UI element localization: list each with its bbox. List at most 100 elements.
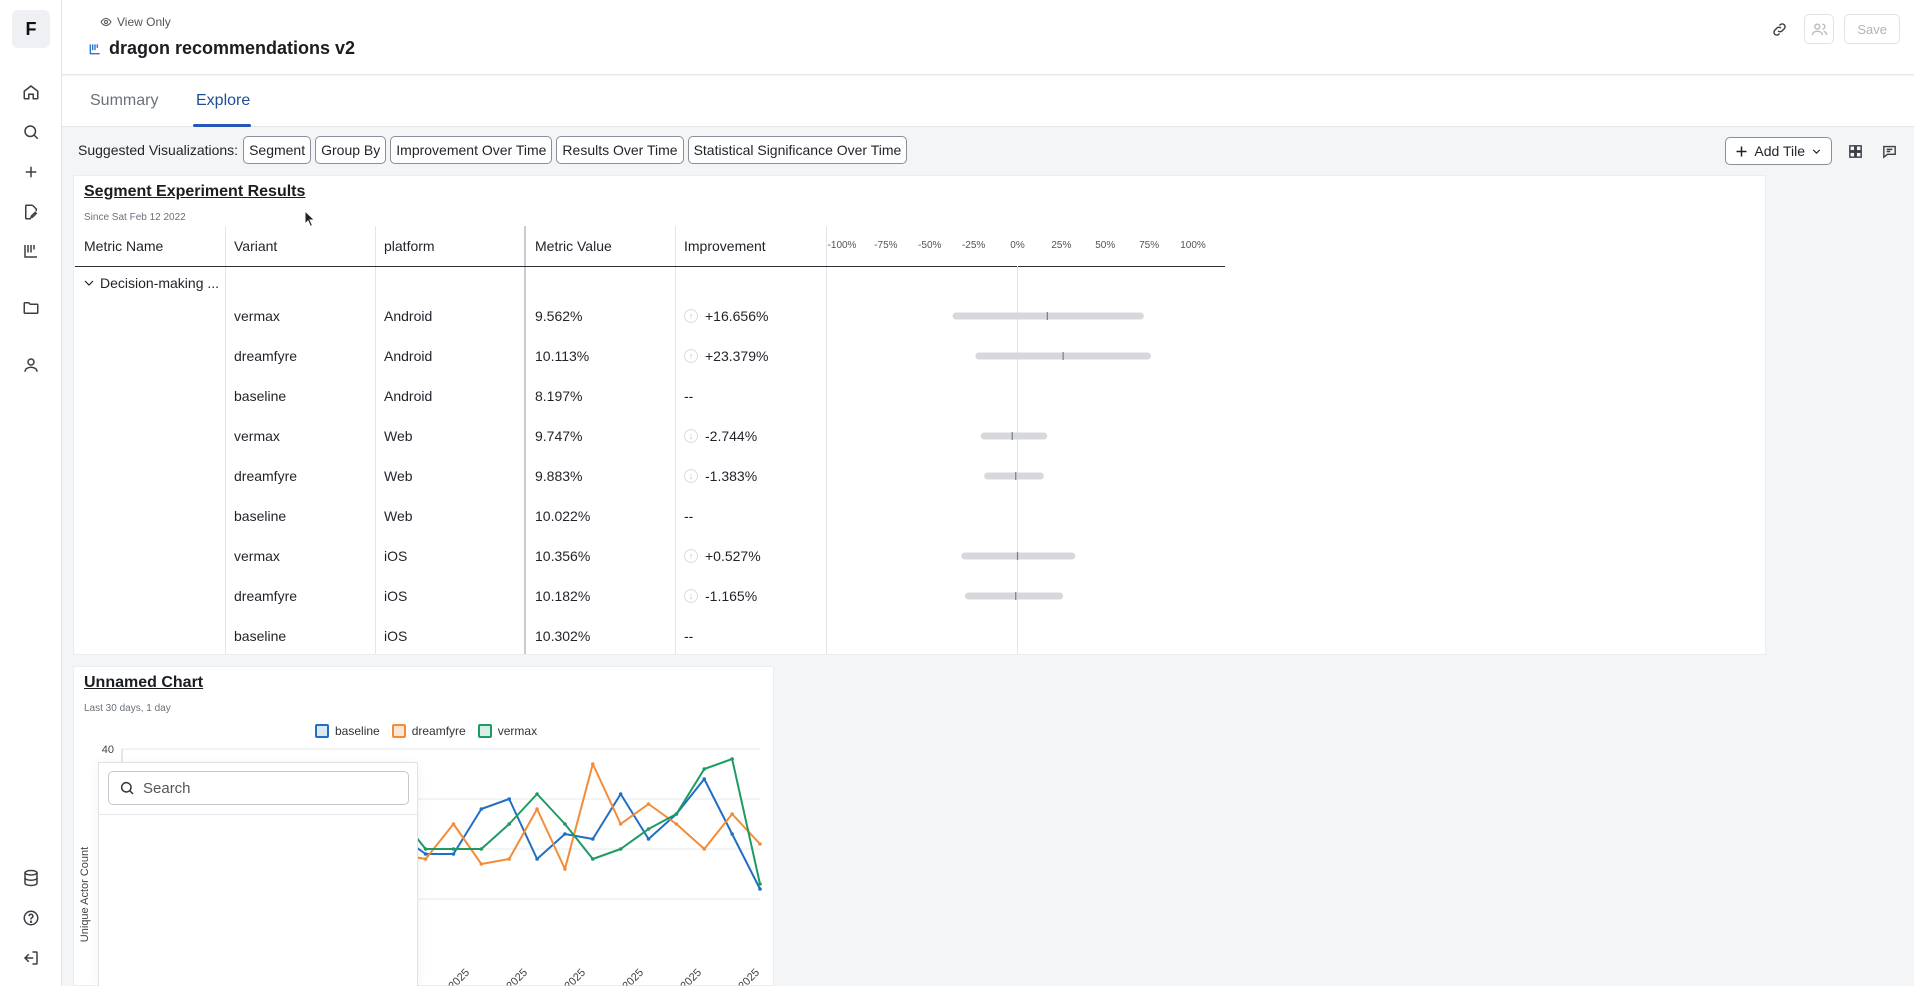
tile-subtitle: Since Sat Feb 12 2022 [84, 212, 186, 223]
ci-tick-label: -50% [918, 240, 942, 251]
data-point-vermax[interactable] [618, 847, 623, 851]
data-point-baseline[interactable] [702, 777, 707, 781]
col-metric-value[interactable]: Metric Value [526, 226, 676, 266]
folder-icon[interactable] [18, 295, 44, 321]
data-point-vermax[interactable] [507, 822, 512, 826]
col-variant[interactable]: Variant [225, 226, 375, 266]
edit-document-icon[interactable] [18, 199, 44, 225]
col-improvement[interactable]: Improvement [675, 226, 825, 266]
search-input[interactable] [143, 779, 393, 797]
data-point-dreamfyre[interactable] [702, 847, 707, 851]
data-point-vermax[interactable] [702, 767, 707, 771]
data-point-dreamfyre[interactable] [423, 857, 428, 861]
col-platform[interactable]: platform [375, 226, 525, 266]
data-point-baseline[interactable] [758, 887, 762, 891]
data-point-vermax[interactable] [730, 757, 734, 761]
data-point-baseline[interactable] [507, 797, 512, 801]
data-point-vermax[interactable] [535, 792, 539, 796]
data-point-baseline[interactable] [618, 792, 623, 796]
left-rail: F [0, 0, 62, 986]
search-box[interactable] [108, 771, 409, 805]
arrow-down-icon: ↓ [684, 589, 698, 603]
page-title-text: dragon recommendations v2 [109, 38, 356, 58]
cell-variant: vermax [234, 308, 280, 324]
y-tick-label: 40 [102, 744, 114, 756]
arrow-down-icon: ↓ [684, 469, 698, 483]
chip-group-by[interactable]: Group By [315, 136, 387, 164]
data-point-baseline[interactable] [730, 832, 734, 836]
data-point-baseline[interactable] [479, 807, 484, 811]
cell-metric-value: 10.356% [535, 548, 591, 564]
improvement-value: +16.656% [705, 308, 769, 324]
share-users-button[interactable] [1804, 14, 1835, 44]
plus-icon[interactable] [18, 159, 44, 185]
copy-link-button[interactable] [1764, 14, 1794, 44]
cell-metric-value: 10.113% [535, 348, 590, 364]
chip-improvement-over-time[interactable]: Improvement Over Time [390, 136, 553, 164]
save-button[interactable]: Save [1844, 14, 1900, 44]
data-point-vermax[interactable] [591, 857, 595, 861]
improvement-value: -- [684, 508, 694, 524]
chip-results-over-time[interactable]: Results Over Time [556, 136, 684, 164]
data-point-dreamfyre[interactable] [758, 842, 762, 846]
data-point-baseline[interactable] [423, 852, 428, 856]
add-tile-button[interactable]: Add Tile [1725, 137, 1832, 165]
data-point-vermax[interactable] [423, 847, 428, 851]
cell-variant: dreamfyre [234, 468, 298, 484]
ci-tick-label: 25% [1051, 240, 1072, 251]
app-logo[interactable]: F [12, 10, 50, 48]
ci-tick-label: -75% [874, 240, 898, 251]
data-point-baseline[interactable] [646, 837, 651, 841]
cell-platform: iOS [384, 628, 408, 644]
plus-icon [1736, 146, 1747, 156]
help-icon[interactable] [18, 905, 44, 931]
database-icon[interactable] [18, 865, 44, 891]
metric-group-row[interactable]: Decision-making ... [75, 273, 219, 293]
data-point-vermax[interactable] [563, 822, 567, 826]
arrow-up-icon: ↑ [684, 349, 698, 363]
data-point-dreamfyre[interactable] [591, 762, 595, 766]
improvement-value: -2.744% [705, 428, 758, 444]
data-point-vermax[interactable] [646, 827, 651, 831]
search-icon[interactable] [18, 119, 44, 145]
tab-explore[interactable]: Explore [196, 92, 250, 110]
tile-title[interactable]: Segment Experiment Results [84, 183, 305, 201]
chip-stat-sig-over-time[interactable]: Statistical Significance Over Time [687, 136, 908, 164]
data-point-baseline[interactable] [591, 837, 595, 841]
tab-summary[interactable]: Summary [90, 92, 158, 110]
cell-improvement: ↑ +23.379% [675, 346, 768, 366]
ci-tick-label: 75% [1139, 240, 1160, 251]
data-point-dreamfyre[interactable] [618, 822, 623, 826]
cell-variant: dreamfyre [234, 588, 298, 604]
cell-improvement: -- [675, 626, 693, 646]
cell-improvement: -- [675, 506, 693, 526]
data-point-dreamfyre[interactable] [730, 812, 734, 816]
data-point-dreamfyre[interactable] [507, 857, 512, 861]
data-point-dreamfyre[interactable] [674, 822, 679, 826]
comments-button[interactable] [1878, 136, 1900, 166]
data-point-dreamfyre[interactable] [646, 802, 651, 806]
data-point-vermax[interactable] [479, 847, 484, 851]
home-icon[interactable] [18, 79, 44, 105]
data-point-dreamfyre[interactable] [479, 862, 484, 866]
improvement-value: -- [684, 388, 694, 404]
chip-segment[interactable]: Segment [243, 136, 312, 164]
data-point-vermax[interactable] [451, 847, 456, 851]
user-icon[interactable] [18, 352, 44, 378]
data-point-baseline[interactable] [535, 857, 539, 861]
data-point-dreamfyre[interactable] [451, 822, 456, 826]
data-point-vermax[interactable] [758, 882, 762, 886]
cell-metric-value: 9.562% [535, 308, 583, 324]
tile-title[interactable]: Unnamed Chart [84, 674, 203, 692]
data-point-vermax[interactable] [674, 812, 679, 816]
tile-subtitle: Last 30 days, 1 day [84, 703, 171, 714]
data-point-dreamfyre[interactable] [535, 807, 539, 811]
experiment-icon[interactable] [18, 238, 44, 264]
data-point-dreamfyre[interactable] [563, 867, 567, 871]
data-point-baseline[interactable] [451, 852, 456, 856]
cell-platform: Android [384, 388, 433, 404]
data-point-baseline[interactable] [563, 832, 567, 836]
logout-icon[interactable] [18, 945, 44, 971]
col-metric-name[interactable]: Metric Name [75, 226, 225, 266]
grid-layout-button[interactable] [1844, 136, 1866, 166]
